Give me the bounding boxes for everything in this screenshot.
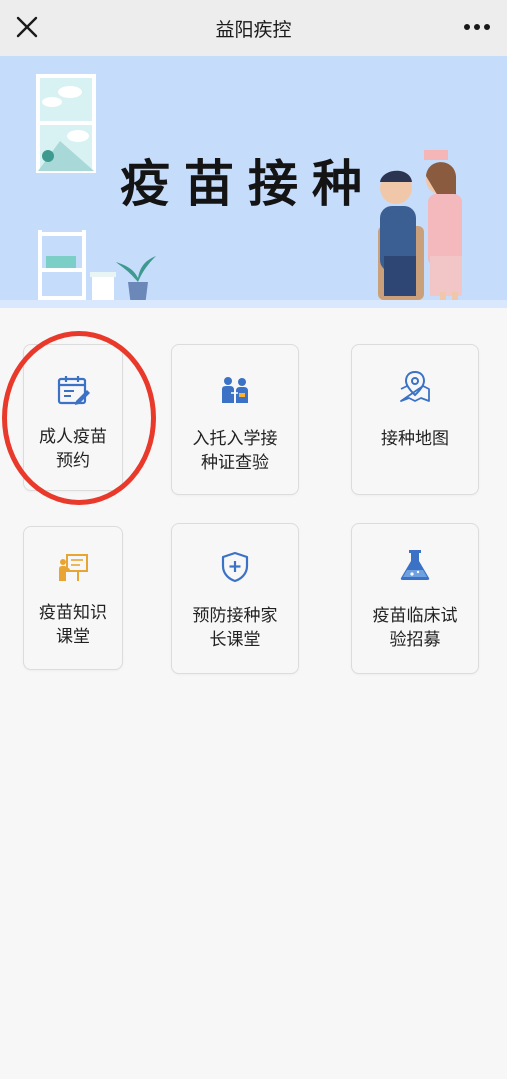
tile-school-vaccination-check[interactable]: 入托入学接 种证查验 bbox=[171, 344, 299, 495]
tile-label-line2: 长课堂 bbox=[209, 630, 261, 650]
tile-label-line1: 预防接种家 bbox=[192, 606, 278, 626]
tile-label-line1: 成人疫苗 bbox=[39, 427, 107, 447]
shield-plus-icon bbox=[221, 551, 249, 583]
title-bar: 益阳疾控 bbox=[0, 0, 507, 57]
tile-label-line1: 入托入学接 bbox=[192, 429, 278, 449]
tile-parent-class[interactable]: 预防接种家 长课堂 bbox=[171, 523, 299, 674]
tile-adult-vaccine-appointment[interactable]: 成人疫苗 预约 bbox=[23, 344, 123, 491]
banner-floor bbox=[0, 300, 507, 308]
flask-icon bbox=[400, 550, 430, 580]
tile-label-line1: 疫苗临床试 bbox=[372, 606, 458, 626]
banner-title: 疫苗接种 bbox=[120, 155, 376, 213]
vaccination-banner: 疫苗接种 bbox=[0, 56, 507, 308]
page-title: 益阳疾控 bbox=[215, 19, 292, 41]
more-dots-icon bbox=[464, 24, 490, 30]
teacher-board-icon bbox=[59, 554, 88, 581]
more-button[interactable] bbox=[459, 14, 495, 40]
calendar-edit-icon bbox=[57, 376, 90, 405]
tile-label-line2: 预约 bbox=[56, 451, 90, 471]
tile-label-line2: 验招募 bbox=[389, 630, 441, 650]
tile-label-line2: 种证查验 bbox=[201, 453, 269, 473]
tile-vaccine-knowledge[interactable]: 疫苗知识 课堂 bbox=[23, 526, 123, 670]
doctor-patient-icon bbox=[222, 377, 248, 403]
tile-label-line1: 疫苗知识 bbox=[39, 603, 107, 623]
map-pin-icon bbox=[400, 370, 430, 402]
tile-label-line2: 课堂 bbox=[56, 627, 90, 647]
tile-clinical-trial-recruitment[interactable]: 疫苗临床试 验招募 bbox=[351, 523, 479, 674]
tile-label-line1: 接种地图 bbox=[381, 429, 449, 449]
tile-vaccination-map[interactable]: 接种地图 bbox=[351, 344, 479, 495]
